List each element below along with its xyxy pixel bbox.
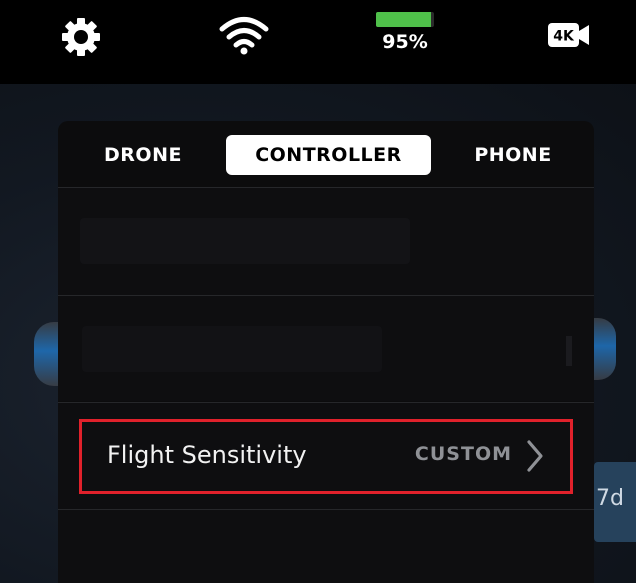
side-info-chip: 7d: [594, 462, 636, 542]
obscured-content: [82, 326, 382, 372]
video-4k-icon: 4K: [548, 23, 589, 47]
tab-drone[interactable]: DRONE: [84, 135, 202, 175]
obscured-chevron: [566, 336, 572, 366]
obscured-content: [80, 218, 410, 264]
status-bar: 95% 4K: [0, 0, 636, 84]
settings-row-obscured-3[interactable]: [58, 509, 594, 583]
battery-icon: [376, 12, 434, 27]
battery-percent: 95%: [382, 31, 428, 53]
highlight-annotation: [79, 419, 573, 494]
wifi-icon: [219, 17, 269, 55]
gear-icon[interactable]: [60, 16, 102, 58]
settings-panel: DRONE CONTROLLER PHONE Flight Sensitivit…: [58, 121, 594, 583]
settings-row-obscured-1[interactable]: [58, 187, 594, 295]
tab-controller[interactable]: CONTROLLER: [226, 135, 431, 175]
battery-fill: [376, 12, 432, 27]
side-chip-text: 7d: [596, 486, 624, 511]
battery-indicator: 95%: [372, 12, 438, 58]
settings-tabs: DRONE CONTROLLER PHONE: [58, 121, 594, 187]
tab-phone[interactable]: PHONE: [454, 135, 572, 175]
video-badge-label: 4K: [553, 29, 575, 45]
settings-row-obscured-2[interactable]: [58, 295, 594, 401]
